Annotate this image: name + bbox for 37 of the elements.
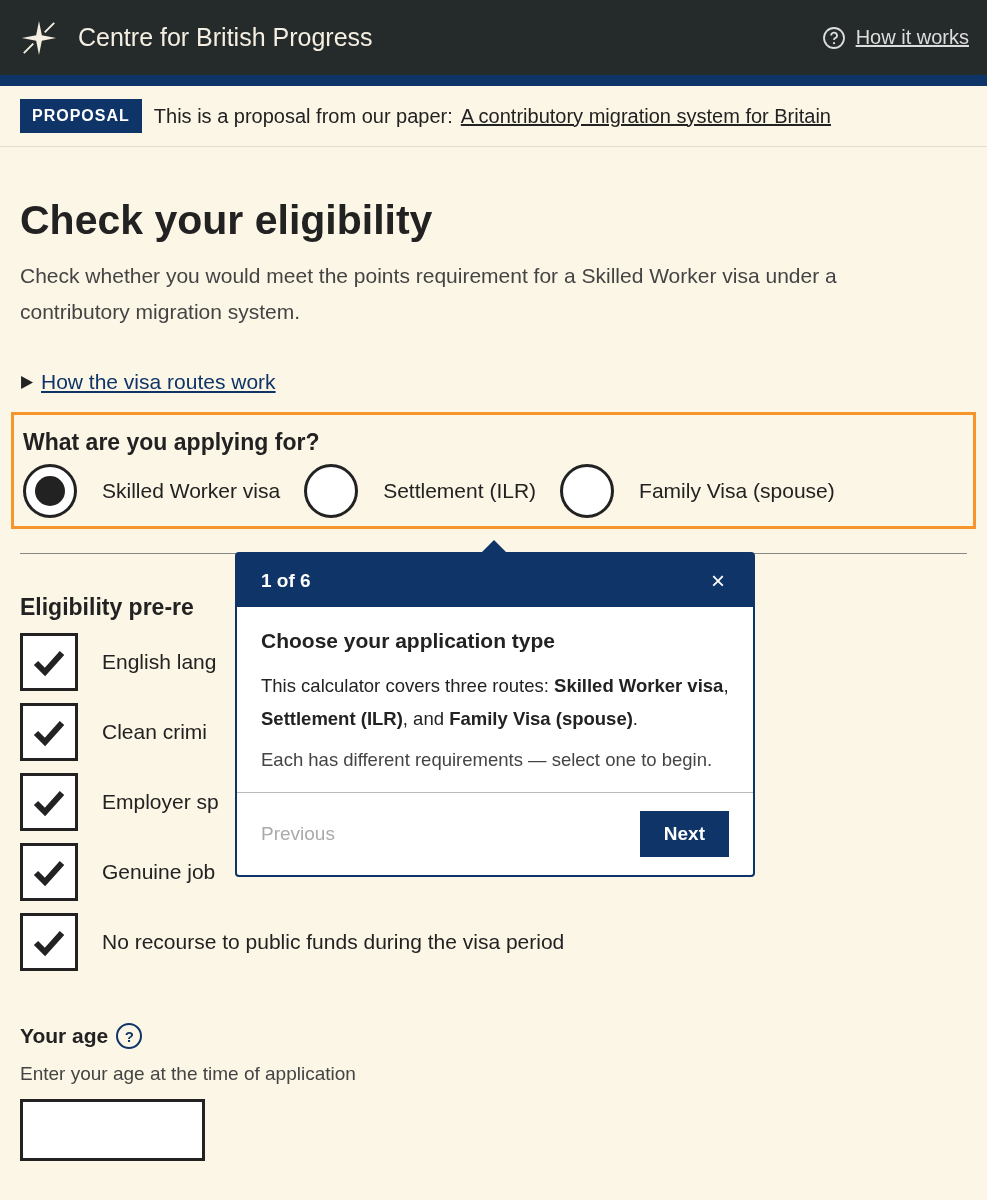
checkbox-label[interactable]: No recourse to public funds during the visa period [102,930,565,954]
age-hint: Enter your age at the time of application [20,1063,357,1085]
checkbox[interactable] [20,843,78,901]
checkbox-label[interactable]: Genuine job [102,860,216,884]
paper-link[interactable]: A contributory migration system for Britain [460,104,831,128]
close-button[interactable]: × [707,566,729,595]
next-button[interactable]: Next [639,811,729,857]
checkbox-label[interactable]: Clean crimi [102,720,208,744]
help-button[interactable]: ? [116,1023,143,1049]
popover-text: This calculator covers three routes: Skilled Worker visa, Settlement (ILR), and Family Visa (spouse). [261,674,729,731]
popover-title: Choose your application type [261,629,557,653]
intro-text: Check whether you would meet the points requirement for a Skilled Worker visa under a contributory migration system. [20,263,838,325]
radio-button[interactable] [304,464,359,518]
checkbox-label[interactable]: Employer sp [102,790,219,814]
question-label: What are you applying for? [23,429,321,456]
how-it-works-link[interactable]: How it works [855,26,969,49]
help-icon [821,25,846,50]
age-input-field[interactable] [20,1099,205,1161]
step-counter: 1 of 6 [261,569,311,592]
proposal-tag: PROPOSAL [20,99,142,133]
popover-note: Each has different requirements — select one to begin. [261,748,714,772]
site-title: Centre for British Progress [78,23,373,52]
checkbox[interactable] [20,773,78,831]
checkbox[interactable] [20,913,78,971]
radio-label[interactable]: Family Visa (spouse) [639,479,835,503]
radio-button[interactable] [560,464,615,518]
checkbox[interactable] [20,633,78,691]
age-label: Your age [20,1024,109,1048]
radio-label[interactable]: Settlement (ILR) [383,479,537,503]
page-heading: Check your eligibility [20,197,434,244]
checkbox[interactable] [20,703,78,761]
banner-text: This is a proposal from our paper: [153,104,453,128]
checkbox-label[interactable]: English lang [102,650,217,674]
radio-label[interactable]: Skilled Worker visa [102,479,281,503]
radio-button[interactable] [23,464,77,518]
visa-routes-link[interactable]: How the visa routes work [41,370,276,394]
section-heading: Eligibility pre-re [20,594,195,621]
